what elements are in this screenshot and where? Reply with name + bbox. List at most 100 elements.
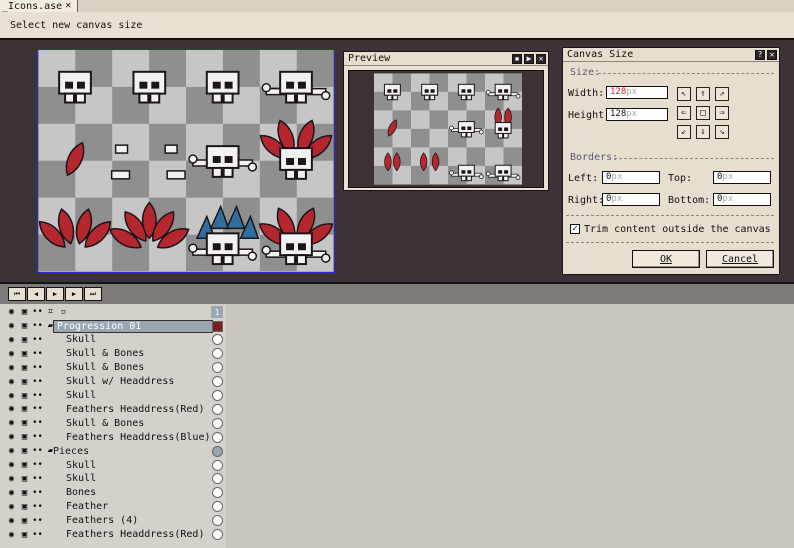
close-icon[interactable]: ✕ — [65, 1, 71, 11]
link-icon[interactable]: ⌗ — [44, 306, 57, 319]
preview-viewport[interactable] — [348, 70, 544, 188]
cel-icon[interactable] — [212, 529, 223, 540]
layer-row[interactable]: ◉ ▣ •• Skull — [5, 472, 224, 486]
layer-group-row[interactable]: ◉ ▣ •• ▰ Pieces — [5, 444, 224, 458]
layer-icon[interactable]: ▫ — [57, 306, 70, 319]
preview-mode-icon[interactable]: ▪ — [512, 53, 522, 64]
cel-icon[interactable] — [212, 487, 223, 499]
eye-icon[interactable]: ◉ — [5, 486, 18, 499]
left-field[interactable]: 0px — [602, 171, 660, 184]
continuous-icon[interactable]: •• — [31, 333, 44, 346]
eye-icon[interactable]: ◉ — [5, 459, 18, 472]
height-field[interactable]: 128px — [606, 108, 668, 121]
cancel-button[interactable]: Cancel — [706, 250, 774, 268]
lock-icon[interactable]: ▣ — [18, 389, 31, 402]
layer-row[interactable]: ◉ ▣ •• Skull & Bones — [5, 416, 224, 430]
continuous-icon[interactable]: •• — [31, 445, 44, 458]
cel-icon[interactable] — [212, 362, 223, 374]
lock-icon[interactable]: ▣ — [18, 306, 31, 319]
eye-icon[interactable]: ◉ — [5, 500, 18, 513]
anchor-top-right-icon[interactable]: ⇗ — [715, 87, 729, 101]
lock-icon[interactable]: ▣ — [18, 361, 31, 374]
lock-icon[interactable]: ▣ — [18, 472, 31, 485]
layer-row[interactable]: ◉ ▣ •• Skull — [5, 389, 224, 403]
cel-icon[interactable] — [212, 334, 223, 346]
lock-icon[interactable]: ▣ — [18, 514, 31, 527]
cel-icon[interactable] — [212, 403, 223, 415]
lock-icon[interactable]: ▣ — [18, 375, 31, 388]
first-frame-icon[interactable]: ⏮ — [8, 287, 26, 301]
eye-icon[interactable]: ◉ — [5, 472, 18, 485]
anchor-bottom-left-icon[interactable]: ⇙ — [677, 125, 691, 139]
layer-row[interactable]: ◉ ▣ •• Feathers Headdress(Red) — [5, 402, 224, 416]
lock-icon[interactable]: ▣ — [18, 431, 31, 444]
anchor-top-icon[interactable]: ⇑ — [696, 87, 710, 101]
layer-row[interactable]: ◉ ▣ •• Skull w/ Headdress — [5, 375, 224, 389]
eye-icon[interactable]: ◉ — [5, 320, 18, 333]
lock-icon[interactable]: ▣ — [18, 528, 31, 541]
eye-icon[interactable]: ◉ — [5, 431, 18, 444]
width-field[interactable]: 128px — [606, 86, 668, 99]
prev-frame-icon[interactable]: ◀ — [27, 287, 45, 301]
sprite-canvas[interactable] — [37, 49, 335, 273]
continuous-icon[interactable]: •• — [31, 459, 44, 472]
preview-titlebar[interactable]: Preview ▪ ▶ ✕ — [344, 52, 548, 66]
play-icon[interactable]: ▶ — [46, 287, 64, 301]
eye-icon[interactable]: ◉ — [5, 389, 18, 402]
continuous-icon[interactable]: •• — [31, 431, 44, 444]
layer-row[interactable]: ◉ ▣ •• Skull — [5, 458, 224, 472]
layer-row[interactable]: ◉ ▣ •• Feathers Headdress(Blue) — [5, 430, 224, 444]
lock-icon[interactable]: ▣ — [18, 403, 31, 416]
lock-icon[interactable]: ▣ — [18, 347, 31, 360]
play-icon[interactable]: ▶ — [524, 53, 534, 64]
close-icon[interactable]: ✕ — [767, 49, 777, 60]
eye-icon[interactable]: ◉ — [5, 417, 18, 430]
layer-row[interactable]: ◉ ▣ •• Feathers (4) — [5, 514, 224, 528]
continuous-icon[interactable]: •• — [31, 361, 44, 374]
ok-button[interactable]: OK — [632, 250, 700, 268]
help-icon[interactable]: ? — [755, 49, 765, 60]
layer-row[interactable]: ◉ ▣ •• Skull & Bones — [5, 361, 224, 375]
layer-row[interactable]: ◉ ▣ •• Skull — [5, 333, 224, 347]
continuous-icon[interactable]: •• — [31, 403, 44, 416]
bottom-field[interactable]: 0px — [713, 193, 771, 206]
cel-icon[interactable] — [212, 320, 223, 332]
next-frame-icon[interactable]: ▶ — [65, 287, 83, 301]
cel-icon[interactable] — [212, 390, 223, 401]
trim-checkbox[interactable]: ✓ — [570, 224, 580, 234]
right-field[interactable]: 0px — [602, 193, 660, 206]
lock-icon[interactable]: ▣ — [18, 459, 31, 472]
continuous-icon[interactable]: •• — [31, 528, 44, 541]
tab-icons-ase[interactable]: _Icons.ase ✕ — [0, 0, 79, 12]
eye-icon[interactable]: ◉ — [5, 445, 18, 458]
continuous-icon[interactable]: •• — [31, 375, 44, 388]
eye-icon[interactable]: ◉ — [5, 347, 18, 360]
layer-row[interactable]: ◉ ▣ •• Feather — [5, 500, 224, 514]
last-frame-icon[interactable]: ⏭ — [84, 287, 102, 301]
cel-icon[interactable] — [212, 473, 223, 485]
eye-icon[interactable]: ◉ — [5, 514, 18, 527]
continuous-icon[interactable]: •• — [31, 347, 44, 360]
continuous-icon[interactable]: •• — [31, 306, 44, 319]
lock-icon[interactable]: ▣ — [18, 445, 31, 458]
cel-icon[interactable] — [212, 417, 223, 429]
eye-icon[interactable]: ◉ — [5, 528, 18, 541]
continuous-icon[interactable]: •• — [31, 514, 44, 527]
preview-window[interactable]: Preview ▪ ▶ ✕ — [343, 51, 549, 191]
close-icon[interactable]: ✕ — [536, 53, 546, 64]
frame-header[interactable]: 1 — [211, 306, 223, 318]
lock-icon[interactable]: ▣ — [18, 486, 31, 499]
cel-icon[interactable] — [212, 501, 223, 513]
continuous-icon[interactable]: •• — [31, 417, 44, 430]
eye-icon[interactable]: ◉ — [5, 361, 18, 374]
eye-icon[interactable]: ◉ — [5, 403, 18, 416]
frames-area[interactable] — [226, 304, 794, 548]
cel-icon[interactable] — [212, 515, 223, 527]
cel-icon[interactable] — [212, 459, 223, 471]
top-field[interactable]: 0px — [713, 171, 771, 184]
eye-icon[interactable]: ◉ — [5, 333, 18, 346]
cel-icon[interactable] — [212, 348, 223, 360]
lock-icon[interactable]: ▣ — [18, 320, 31, 333]
lock-icon[interactable]: ▣ — [18, 500, 31, 513]
cel-icon[interactable] — [212, 431, 223, 443]
